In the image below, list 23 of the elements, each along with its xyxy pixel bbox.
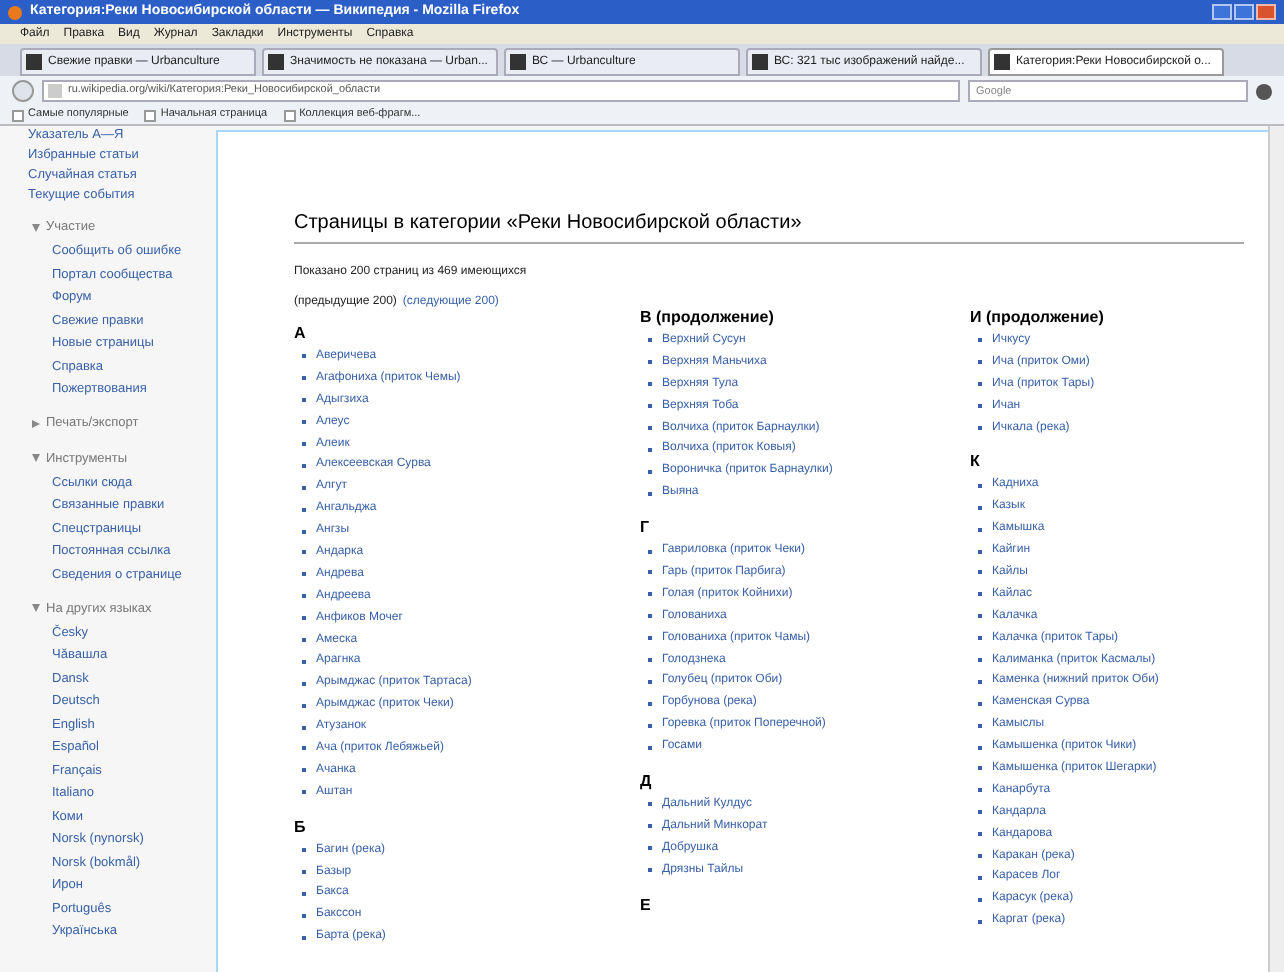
tab-favicon-icon <box>994 54 1010 70</box>
letter-heading: К <box>970 452 982 473</box>
bookmark-icon <box>144 109 157 121</box>
letter-heading: Б <box>294 817 308 838</box>
tab-favicon-icon <box>510 54 526 70</box>
minimize-icon[interactable] <box>1212 4 1232 20</box>
close-icon[interactable] <box>1256 4 1276 20</box>
firefox-icon <box>8 5 22 19</box>
letter-heading: И (продолжение) <box>970 308 1106 328</box>
tab-favicon-icon <box>752 54 768 70</box>
letter-heading: Д <box>640 772 654 793</box>
letter-heading: Г <box>640 518 652 539</box>
tab-favicon-icon <box>268 54 284 70</box>
letter-heading: Е <box>640 895 653 916</box>
bookmark-icon <box>283 109 296 121</box>
bookmark-icon <box>12 109 24 121</box>
letter-heading: В (продолжение) <box>640 308 776 328</box>
maximize-icon[interactable] <box>1234 4 1254 20</box>
scrollbar[interactable] <box>1268 126 1284 972</box>
page-heading: Страницы в категории «Реки Новосибирской области» <box>294 208 1244 244</box>
letter-heading: А <box>294 324 308 344</box>
site-icon <box>48 84 62 98</box>
tab-favicon-icon <box>26 54 42 70</box>
